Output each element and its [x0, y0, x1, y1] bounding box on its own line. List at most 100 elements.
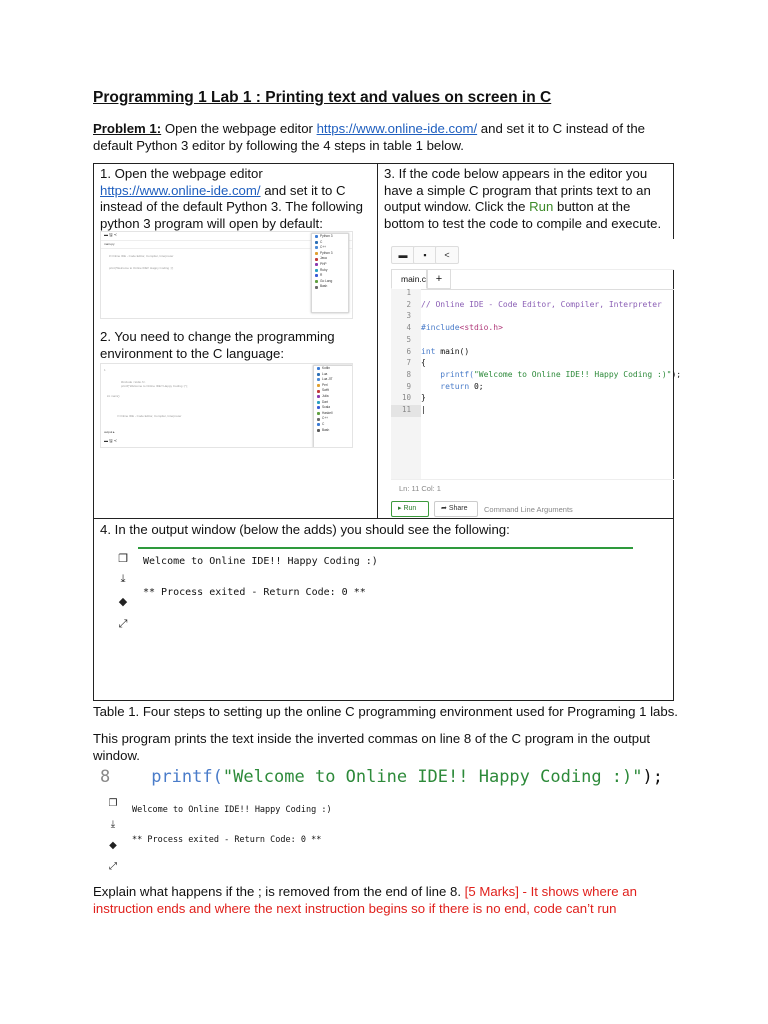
problem-statement: Problem 1: Open the webpage editor https… [93, 120, 693, 154]
step3-run-word: Run [529, 199, 554, 214]
language-icon [315, 246, 318, 250]
step3-text: 3. If the code below appears in the edit… [384, 166, 674, 232]
tab-main-c[interactable]: main.c [391, 269, 427, 289]
language-icon [315, 257, 318, 261]
language-icon [315, 252, 318, 256]
copy-icon[interactable]: ❐ [116, 552, 130, 565]
open-folder-icon[interactable]: ▬ [391, 246, 415, 264]
download-icon-2[interactable]: ⤓ [106, 819, 120, 830]
language-menu-thumbnail: 1 #include <stdio.h> int main() printf("… [100, 363, 353, 448]
mini1-code2: print('Welcome to Online IDE!! Happy Cod… [109, 266, 174, 270]
cursor-position: Ln: 11 Col: 1 [399, 484, 441, 493]
language-icon [315, 235, 318, 239]
line-number: 2 [406, 299, 411, 309]
language-option-label: Bash [320, 284, 328, 289]
explanation-line1: This program prints the text inside the … [93, 731, 651, 746]
language-icon [317, 428, 320, 432]
eraser-icon-2[interactable]: ◆ [106, 840, 120, 851]
language-icon [317, 378, 320, 382]
language-icon [315, 274, 318, 278]
question-text: Explain what happens if the ; is removed… [93, 884, 465, 899]
problem-text-c: default Python 3 editor by following the… [93, 138, 464, 153]
python-editor-thumbnail: ▬ 🖫 ≺ main.py # Online IDE - Code Editor… [100, 231, 353, 319]
language-option[interactable]: Bash [312, 284, 348, 290]
mini1-tab: main.py [104, 242, 115, 246]
mini2-code3: // Online IDE - Code Editor, Compiler, I… [117, 414, 182, 418]
code-return-kw: return [440, 381, 470, 391]
download-icon[interactable]: ⤓ [116, 573, 130, 586]
line-number: 11 [401, 405, 411, 415]
step3-line3a: output window. Click the [384, 199, 530, 214]
problem-label: Problem 1: [93, 121, 162, 136]
language-icon [315, 280, 318, 284]
step2-line1: 2. You need to change the programming [100, 329, 335, 344]
c-editor-screenshot: ▬ ▪ < main.c + 1 2 3 4 5 6 7 8 9 10 11 // Online I… [391, 239, 681, 517]
big-code-string: "Welcome to Online IDE!! Happy Coding :)… [222, 767, 643, 787]
language-icon [317, 417, 320, 421]
line-number: 6 [406, 346, 411, 356]
line-number: 4 [406, 323, 411, 333]
output-top-bar [138, 547, 633, 549]
code-open-brace: { [421, 358, 426, 368]
step2-text: 2. You need to change the programming en… [100, 329, 375, 362]
code-printf-string: "Welcome to Online IDE!! Happy Coding :)… [473, 369, 672, 379]
output-panel: ❐ ⤓ ◆ ⤢ Welcome to Online IDE!! Happy Co… [105, 545, 635, 695]
share-button[interactable]: ➦ Share [434, 501, 478, 517]
mini1-code1: # Online IDE - Code Editor, Compiler, In… [109, 254, 174, 258]
run-button[interactable]: ▸ Run [391, 501, 429, 517]
mini2-code2: printf("Welcome to Online IDE!! Happy Co… [121, 384, 188, 388]
share-button-label: Share [448, 505, 468, 512]
line-numbers: 1 2 3 4 5 6 7 8 9 10 11 [391, 287, 411, 416]
output-line1: Welcome to Online IDE!! Happy Coding :) [143, 556, 378, 567]
expand-icon[interactable]: ⤢ [116, 618, 130, 631]
language-icon [317, 400, 320, 404]
step1-link[interactable]: https://www.online-ide.com/ [100, 183, 261, 198]
table-caption: Table 1. Four steps to setting up the on… [93, 704, 678, 719]
share-icon[interactable]: < [435, 246, 459, 264]
language-option[interactable]: Bash [314, 428, 352, 434]
code-return-rest: 0; [469, 381, 484, 391]
run-button-label: Run [403, 505, 417, 512]
language-icon [315, 263, 318, 267]
output2-line2: ** Process exited - Return Code: 0 ** [132, 835, 322, 845]
language-icon [317, 406, 320, 410]
line-number: 9 [406, 381, 411, 391]
language-icon [315, 285, 318, 289]
copy-icon-2[interactable]: ❐ [106, 798, 120, 809]
line-number: 7 [406, 358, 411, 368]
step3-line3b: button at the [553, 199, 631, 214]
line-number: 5 [406, 334, 411, 344]
command-line-args[interactable]: Command Line Arguments [484, 505, 573, 514]
mini1-toolbar-icons: ▬ 🖫 ≺ [104, 232, 117, 237]
mini2-language-menu: Kotlin Lua Lua JIT Perl Swift Julia Dart Scala H… [313, 365, 352, 447]
language-icon [317, 367, 320, 371]
step1-line3: instead of the default Python 3. The fol… [100, 199, 363, 214]
question: Explain what happens if the ; is removed… [93, 883, 733, 917]
save-icon[interactable]: ▪ [413, 246, 437, 264]
code-include-hdr: <stdio.h> [459, 323, 503, 333]
step2-line2: environment to the C language: [100, 345, 285, 361]
problem-link[interactable]: https://www.online-ide.com/ [317, 121, 478, 136]
big-code-printf: printf( [151, 767, 223, 787]
output2-line1: Welcome to Online IDE!! Happy Coding :) [132, 805, 332, 815]
expand-icon-2[interactable]: ⤢ [106, 861, 120, 872]
code-int-kw: int [421, 346, 436, 356]
status-bar: Ln: 11 Col: 1 [391, 479, 674, 498]
code-main: main() [435, 346, 470, 356]
explanation-line2: window. [93, 748, 140, 763]
step4-line1: 4. In the output window (below the adds)… [100, 522, 510, 537]
editor-toolbar: ▬ ▪ < [391, 239, 674, 270]
big-code-line-number: 8 [100, 767, 111, 787]
step3-line1: 3. If the code below appears in the edit… [384, 166, 648, 181]
language-option-label: Bash [322, 427, 330, 432]
language-icon [315, 268, 318, 272]
code-area[interactable]: // Online IDE - Code Editor, Compiler, I… [421, 287, 681, 416]
problem-text-a: Open the webpage editor [161, 121, 317, 136]
step1-text: 1. Open the webpage editor https://www.o… [100, 166, 375, 232]
step3-line4: bottom to test the code to compile and e… [384, 215, 662, 231]
mini2-code1: int main() [107, 394, 120, 398]
eraser-icon[interactable]: ◆ [116, 595, 130, 608]
output-line2: ** Process exited - Return Code: 0 ** [143, 587, 366, 598]
problem-text-b: and set it to C instead of the [477, 121, 646, 136]
add-tab-button[interactable]: + [427, 269, 451, 289]
